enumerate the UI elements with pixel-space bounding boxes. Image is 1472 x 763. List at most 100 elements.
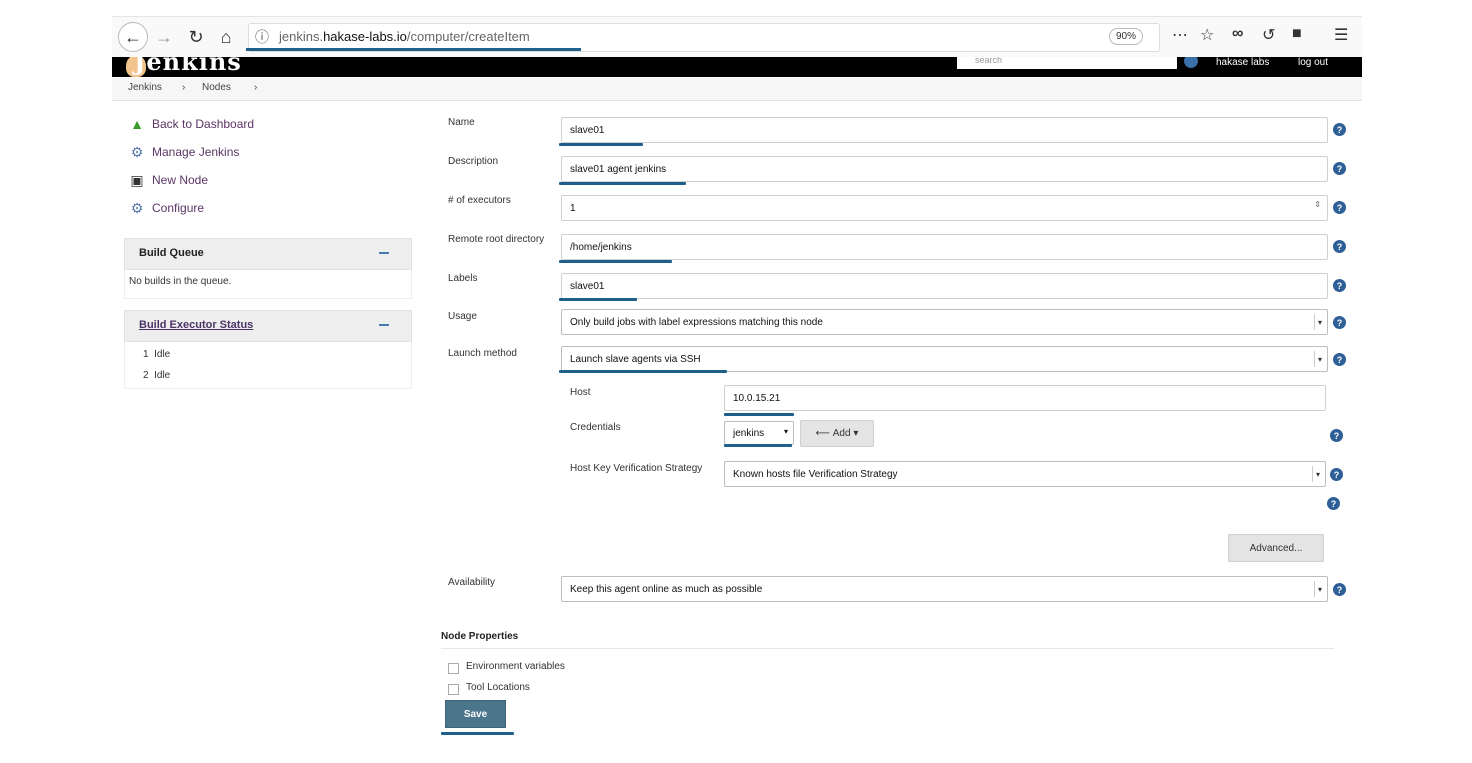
jenkins-help-icon[interactable] <box>1184 57 1198 68</box>
help-icon[interactable]: ? <box>1333 279 1346 292</box>
save-underline <box>441 732 514 735</box>
user-link[interactable]: hakase labs <box>1216 57 1269 68</box>
menu-hamburger-icon[interactable]: ☰ <box>1334 25 1348 45</box>
build-queue-empty: No builds in the queue. <box>129 276 232 287</box>
launch-method-label: Launch method <box>448 348 517 359</box>
tool-locations-label: Tool Locations <box>466 682 530 693</box>
availability-label: Availability <box>448 577 496 588</box>
remote-root-underline <box>559 260 672 263</box>
usage-select[interactable]: Only build jobs with label expressions m… <box>561 309 1328 335</box>
gear-icon: ⚙ <box>130 199 144 216</box>
breadcrumb-jenkins[interactable]: Jenkins <box>128 82 162 93</box>
help-icon[interactable]: ? <box>1333 583 1346 596</box>
host-key-label: Host Key Verification Strategy <box>570 463 703 474</box>
dropdown-arrow-icon: ▾ <box>850 428 859 439</box>
remote-root-label: Remote root directory <box>448 234 545 245</box>
build-queue-pane: Build Queue No builds in the queue. <box>124 238 412 299</box>
executors-label: # of executors <box>448 195 511 206</box>
reload-icon: ↻ <box>188 26 204 47</box>
logout-link[interactable]: log out <box>1298 57 1328 68</box>
collapse-icon[interactable] <box>379 252 389 254</box>
home-icon: ⌂ <box>220 26 232 47</box>
back-arrow-icon: ← <box>124 26 142 47</box>
forward-button[interactable]: → <box>150 23 178 51</box>
forward-arrow-icon: → <box>155 26 173 47</box>
name-underline <box>559 143 643 146</box>
executor-status-body: 1 Idle 2 Idle <box>124 342 412 389</box>
page-actions-icon[interactable]: ⋯ <box>1172 25 1188 45</box>
executor-status-pane: Build Executor Status 1 Idle 2 Idle <box>124 310 412 389</box>
executor-status-header: Build Executor Status <box>124 310 412 342</box>
help-icon[interactable]: ? <box>1330 429 1343 442</box>
dropdown-arrow-icon: ▾ <box>1314 581 1325 597</box>
reader-glasses-icon[interactable]: ∞ <box>1232 25 1243 43</box>
breadcrumb-separator: › <box>182 82 186 93</box>
sidebar-item-back-to-dashboard[interactable]: ▲ Back to Dashboard <box>128 114 254 134</box>
help-icon[interactable]: ? <box>1327 497 1340 510</box>
dropdown-arrow-icon: ▾ <box>1314 351 1325 367</box>
jenkins-header: Jenkins search hakase labs log out <box>112 57 1362 77</box>
jenkins-search-input[interactable]: search <box>957 57 1177 69</box>
help-icon[interactable]: ? <box>1333 353 1346 366</box>
info-icon: ⓘ <box>255 29 269 45</box>
sidebar-item-configure[interactable]: ⚙ Configure <box>128 198 204 218</box>
collapse-icon[interactable] <box>379 324 389 326</box>
build-queue-header: Build Queue <box>124 238 412 270</box>
account-icon[interactable]: ■ <box>1292 25 1302 43</box>
bookmark-star-icon[interactable]: ☆ <box>1200 25 1214 45</box>
host-input[interactable]: 10.0.15.21 <box>724 385 1326 411</box>
home-button[interactable]: ⌂ <box>212 23 240 51</box>
breadcrumb-nodes[interactable]: Nodes <box>202 82 231 93</box>
up-arrow-icon: ▲ <box>130 116 144 132</box>
name-label: Name <box>448 117 475 128</box>
usage-label: Usage <box>448 311 477 322</box>
zoom-level[interactable]: 90% <box>1109 28 1144 45</box>
dropdown-arrow-icon: ▾ <box>1314 314 1325 330</box>
host-underline <box>724 413 794 416</box>
help-icon[interactable]: ? <box>1333 316 1346 329</box>
stepper-icon[interactable]: ⇕ <box>1314 200 1321 209</box>
add-credentials-button[interactable]: ⟵ Add ▾ <box>800 420 874 447</box>
executor-status-title[interactable]: Build Executor Status <box>139 319 253 331</box>
back-button[interactable]: ← <box>118 22 148 52</box>
sidebar-item-new-node[interactable]: ▣ New Node <box>128 170 208 190</box>
launch-method-underline <box>559 370 727 373</box>
sidebar-item-manage-jenkins[interactable]: ⚙ Manage Jenkins <box>128 142 240 162</box>
host-key-select[interactable]: Known hosts file Verification Strategy ▾ <box>724 461 1326 487</box>
environment-variables-label: Environment variables <box>466 661 565 672</box>
help-icon[interactable]: ? <box>1333 162 1346 175</box>
section-divider <box>441 648 1334 649</box>
browser-toolbar: ← → ↻ ⌂ ⓘ jenkins.hakase-labs.io/compute… <box>112 16 1362 58</box>
breadcrumb: Jenkins › Nodes › <box>112 78 1362 101</box>
breadcrumb-separator: › <box>254 82 258 93</box>
reload-button[interactable]: ↻ <box>182 23 210 51</box>
dropdown-arrow-icon: ▾ <box>1312 466 1323 482</box>
credentials-select[interactable]: jenkins ▾ <box>724 421 794 445</box>
launch-method-select[interactable]: Launch slave agents via SSH ▾ <box>561 346 1328 372</box>
jenkins-logo[interactable]: Jenkins <box>134 57 242 76</box>
computer-icon: ▣ <box>130 171 144 188</box>
name-input[interactable]: slave01 <box>561 117 1328 143</box>
labels-label: Labels <box>448 273 478 284</box>
executors-input[interactable]: 1 ⇕ <box>561 195 1328 221</box>
credentials-label: Credentials <box>570 422 621 433</box>
labels-input[interactable]: slave01 <box>561 273 1328 299</box>
remote-root-input[interactable]: /home/jenkins <box>561 234 1328 260</box>
environment-variables-checkbox[interactable] <box>448 663 459 674</box>
history-icon[interactable]: ↺ <box>1262 25 1275 45</box>
save-button[interactable]: Save <box>445 700 506 728</box>
app-window: ← → ↻ ⌂ ⓘ jenkins.hakase-labs.io/compute… <box>112 16 1362 742</box>
help-icon[interactable]: ? <box>1330 468 1343 481</box>
availability-select[interactable]: Keep this agent online as much as possib… <box>561 576 1328 602</box>
description-input[interactable]: slave01 agent jenkins <box>561 156 1328 182</box>
labels-underline <box>559 298 637 301</box>
help-icon[interactable]: ? <box>1333 201 1346 214</box>
help-icon[interactable]: ? <box>1333 123 1346 136</box>
advanced-button[interactable]: Advanced... <box>1228 534 1324 562</box>
key-icon: ⟵ <box>815 428 833 439</box>
help-icon[interactable]: ? <box>1333 240 1346 253</box>
url-text: jenkins.hakase-labs.io/computer/createIt… <box>279 29 530 44</box>
description-label: Description <box>448 156 499 167</box>
tool-locations-checkbox[interactable] <box>448 684 459 695</box>
build-queue-title: Build Queue <box>139 247 204 259</box>
